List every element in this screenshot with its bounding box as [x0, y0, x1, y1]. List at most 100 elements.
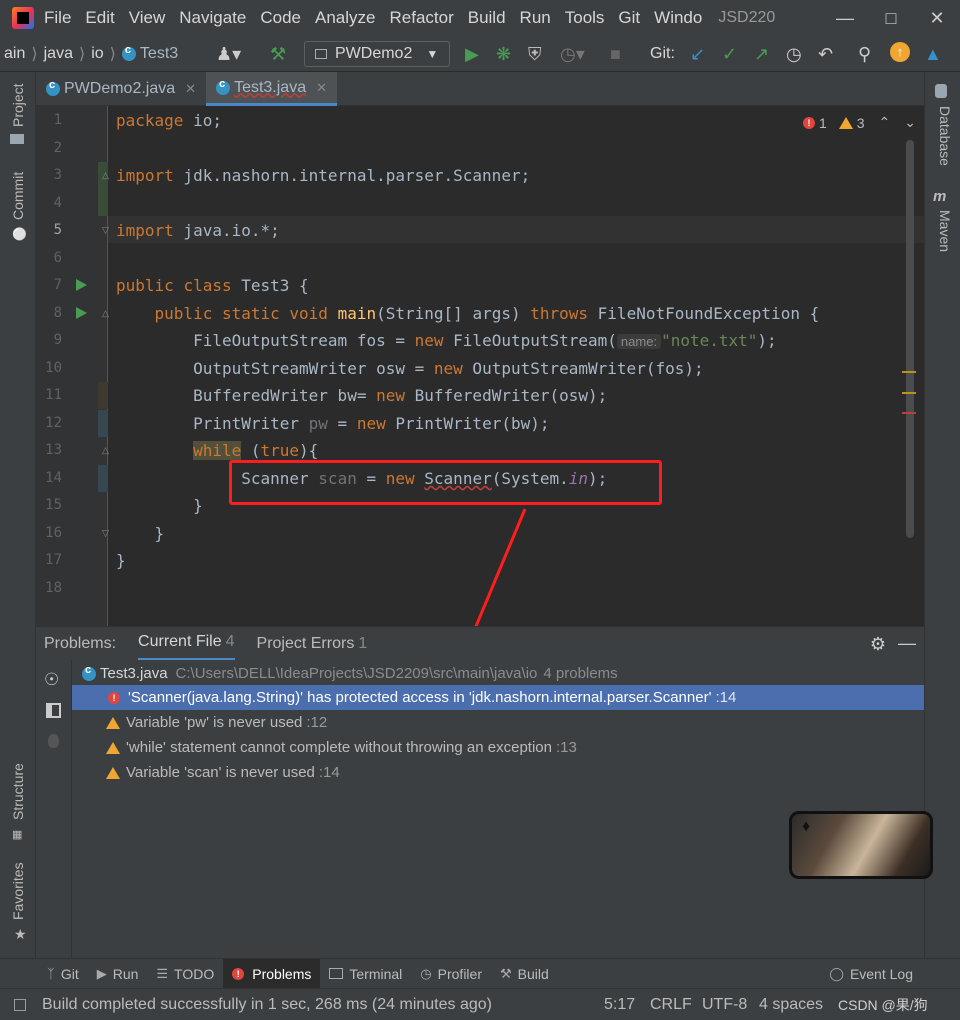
menu-run[interactable]: Run: [520, 8, 551, 28]
tool-tab-git[interactable]: ᛉ Git: [38, 959, 88, 989]
menu-file[interactable]: File: [44, 8, 71, 28]
run-class-icon[interactable]: [76, 279, 87, 291]
history-icon[interactable]: ◷: [786, 44, 802, 65]
menu-build[interactable]: Build: [468, 8, 506, 28]
fold-icon[interactable]: △: [102, 170, 109, 181]
rollback-icon[interactable]: ↶: [818, 44, 833, 65]
problem-text: Variable 'scan' is never used: [126, 764, 315, 781]
string-literal: "note.txt": [661, 331, 758, 350]
fold-icon[interactable]: ▽: [102, 528, 109, 539]
keyword: public: [116, 276, 174, 295]
line-separator[interactable]: CRLF: [650, 996, 692, 1014]
fold-icon[interactable]: ▽: [102, 225, 109, 236]
error-mark[interactable]: [902, 412, 916, 414]
update-icon[interactable]: ↑: [890, 42, 910, 62]
search-icon[interactable]: ⚲: [858, 44, 871, 65]
tool-tab-event-log[interactable]: ◯ Event Log: [820, 959, 922, 989]
lightbulb-icon[interactable]: [48, 734, 59, 748]
gear-icon[interactable]: ⚙: [870, 634, 886, 655]
run-icon[interactable]: ▶: [465, 44, 479, 65]
tool-tab-problems[interactable]: ! Problems: [223, 958, 321, 989]
breadcrumb-java[interactable]: java: [44, 45, 73, 63]
menu-window[interactable]: Windo: [654, 8, 702, 28]
breadcrumb-io[interactable]: io: [91, 45, 103, 63]
tab-pwdemo2[interactable]: PWDemo2.java ✕: [36, 72, 206, 106]
terminal-icon: [329, 968, 344, 979]
menu-git[interactable]: Git: [618, 8, 640, 28]
tool-tab-profiler[interactable]: ◷ Profiler: [411, 959, 491, 989]
status-bar: Build completed successfully in 1 sec, 2…: [0, 988, 960, 1020]
error-stripe[interactable]: [902, 106, 924, 626]
file-encoding[interactable]: UTF-8: [702, 996, 747, 1014]
problem-row[interactable]: Variable 'pw' is never used :12: [72, 710, 924, 735]
preview-icon[interactable]: [46, 703, 61, 718]
problem-row[interactable]: ! 'Scanner(java.lang.String)' has protec…: [72, 685, 924, 710]
menu-view[interactable]: View: [129, 8, 166, 28]
fold-icon[interactable]: △: [102, 308, 109, 319]
code-text: java.io.*;: [173, 221, 280, 240]
debug-icon[interactable]: ❋: [496, 44, 511, 65]
run-main-icon[interactable]: [76, 307, 87, 319]
profile-icon[interactable]: ◷▾: [560, 44, 585, 65]
menu-refactor[interactable]: Refactor: [389, 8, 453, 28]
tab-test3[interactable]: Test3.java ✕: [206, 72, 338, 106]
minimize-icon[interactable]: —: [822, 0, 868, 36]
inspection-widget[interactable]: ! 1 3 ⌃ ⌄: [802, 114, 916, 131]
plugin-icon[interactable]: ▲: [924, 44, 942, 65]
breadcrumb-main[interactable]: ain: [4, 45, 25, 63]
stop-icon[interactable]: ■: [610, 44, 621, 65]
favorites-tool-button[interactable]: Favorites: [10, 862, 26, 920]
line-number: 9: [53, 332, 62, 348]
code-text: io;: [183, 111, 222, 130]
vcs-modified-marker: [98, 465, 108, 492]
menu-tools[interactable]: Tools: [565, 8, 605, 28]
fold-icon[interactable]: △: [102, 445, 109, 456]
breadcrumb-test3[interactable]: Test3: [140, 45, 178, 63]
warning-mark[interactable]: [902, 371, 916, 373]
git-push-icon[interactable]: ↗: [754, 44, 769, 65]
status-message[interactable]: Build completed successfully in 1 sec, 2…: [42, 996, 492, 1014]
close-icon[interactable]: ✕: [914, 0, 960, 36]
minimize-panel-icon[interactable]: —: [898, 633, 916, 654]
hammer-icon[interactable]: ⚒: [270, 44, 286, 65]
maximize-icon[interactable]: □: [868, 0, 914, 36]
status-square-icon[interactable]: [14, 998, 26, 1011]
run-configuration-select[interactable]: PWDemo2 ▼: [304, 41, 450, 67]
problem-row[interactable]: 'while' statement cannot complete withou…: [72, 735, 924, 760]
chevron-up-icon[interactable]: ⌃: [879, 114, 891, 131]
error-icon: !: [108, 691, 120, 704]
menu-edit[interactable]: Edit: [85, 8, 114, 28]
tool-tab-todo[interactable]: ☰ TODO: [147, 959, 223, 989]
caret-position[interactable]: 5:17: [604, 996, 635, 1014]
tab-current-file[interactable]: Current File 4: [138, 627, 235, 661]
close-tab-icon[interactable]: ✕: [316, 80, 327, 96]
menu-navigate[interactable]: Navigate: [179, 8, 246, 28]
tool-tab-label: Profiler: [437, 965, 482, 982]
eye-icon[interactable]: ☉: [44, 670, 59, 690]
maven-tool-button[interactable]: Maven: [937, 210, 953, 252]
tool-tab-terminal[interactable]: Terminal: [320, 959, 411, 989]
tab-project-errors[interactable]: Project Errors 1: [257, 627, 368, 661]
git-commit-icon[interactable]: ✓: [722, 44, 737, 65]
database-tool-button[interactable]: Database: [937, 106, 953, 166]
scrollbar-thumb[interactable]: [906, 140, 914, 538]
tool-tab-run[interactable]: ▶ Run: [88, 959, 148, 989]
code-text: jdk.nashorn.internal.parser.Scanner;: [173, 166, 531, 185]
close-tab-icon[interactable]: ✕: [185, 81, 196, 97]
user-icon[interactable]: ♟▾: [216, 44, 241, 65]
coverage-icon[interactable]: ⛨: [528, 44, 542, 65]
menu-bar: File Edit View Navigate Code Analyze Ref…: [0, 0, 960, 36]
profiler-icon: ◷: [420, 965, 432, 981]
project-tool-button[interactable]: Project: [10, 83, 26, 127]
problem-row[interactable]: Variable 'scan' is never used :14: [72, 760, 924, 785]
commit-tool-button[interactable]: Commit: [10, 172, 26, 220]
menu-code[interactable]: Code: [260, 8, 301, 28]
git-update-icon[interactable]: ↙: [690, 44, 705, 65]
structure-tool-button[interactable]: Structure: [10, 763, 26, 820]
indent-setting[interactable]: 4 spaces: [759, 996, 823, 1014]
tool-tab-build[interactable]: ⚒ Build: [491, 959, 558, 989]
problems-file-row[interactable]: Test3.java C:\Users\DELL\IdeaProjects\JS…: [72, 661, 924, 686]
menu-analyze[interactable]: Analyze: [315, 8, 375, 28]
warning-mark[interactable]: [902, 392, 916, 394]
git-branch-icon: ᛉ: [47, 966, 55, 981]
